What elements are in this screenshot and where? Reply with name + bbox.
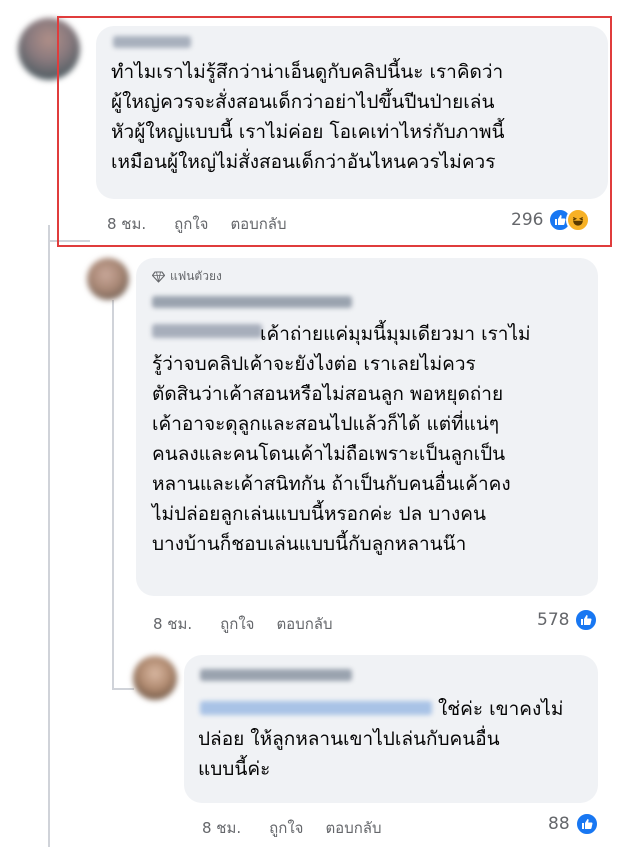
author-name[interactable] xyxy=(200,669,352,681)
timestamp[interactable]: 8 ชม. xyxy=(107,212,146,236)
reaction-summary[interactable]: 578 xyxy=(537,608,599,632)
comment-bubble: แฟนตัวยง เค้าถ่ายแค่มุมนี้มุมเดียวมา เรา… xyxy=(136,258,598,596)
timestamp[interactable]: 8 ชม. xyxy=(153,612,192,636)
reaction-count: 88 xyxy=(548,814,570,834)
reaction-summary[interactable]: 296 xyxy=(511,208,591,232)
comment-bubble: ทำไมเราไม่รู้สึกว่าน่าเอ็นดูกับคลิปนี้นะ… xyxy=(96,26,608,199)
thread-branch-nested xyxy=(112,688,134,690)
avatar[interactable] xyxy=(133,656,177,700)
comment-text: ทำไมเราไม่รู้สึกว่าน่าเอ็นดูกับคลิปนี้นะ… xyxy=(111,61,505,173)
comment-actions: 8 ชม. ถูกใจ ตอบกลับ xyxy=(202,816,382,840)
badge-label: แฟนตัวยง xyxy=(170,269,222,283)
like-icon xyxy=(574,608,599,632)
comment-actions: 8 ชม. ถูกใจ ตอบกลับ xyxy=(107,212,287,236)
diamond-icon xyxy=(152,270,165,283)
comment-actions: 8 ชม. ถูกใจ ตอบกลับ xyxy=(153,612,333,636)
comment-bubble: ใช่ค่ะ เขาคงไม่ ปล่อย ให้ลูกหลานเขาไปเล่… xyxy=(184,655,598,803)
comment-text: ใช่ค่ะ เขาคงไม่ ปล่อย ให้ลูกหลานเขาไปเล่… xyxy=(198,698,564,780)
reaction-count: 578 xyxy=(537,610,570,630)
reply-link[interactable]: ตอบกลับ xyxy=(230,212,286,236)
author-name[interactable] xyxy=(113,36,191,48)
comment-text: เค้าถ่ายแค่มุมนี้มุมเดียวมา เราไม่ รู้ว่… xyxy=(152,323,531,555)
reaction-summary[interactable]: 88 xyxy=(548,812,599,836)
like-link[interactable]: ถูกใจ xyxy=(174,212,208,236)
reply-link[interactable]: ตอบกลับ xyxy=(325,816,381,840)
like-icon xyxy=(574,812,599,836)
reply-link[interactable]: ตอบกลับ xyxy=(276,612,332,636)
like-link[interactable]: ถูกใจ xyxy=(220,612,254,636)
like-link[interactable]: ถูกใจ xyxy=(269,816,303,840)
avatar[interactable] xyxy=(87,258,129,300)
haha-icon xyxy=(566,208,591,232)
reaction-count: 296 xyxy=(511,210,544,230)
thread-line-nested xyxy=(112,300,114,690)
author-name[interactable] xyxy=(152,296,352,308)
fan-badge[interactable]: แฟนตัวยง xyxy=(152,267,222,286)
timestamp[interactable]: 8 ชม. xyxy=(202,816,241,840)
thread-line xyxy=(48,225,50,847)
